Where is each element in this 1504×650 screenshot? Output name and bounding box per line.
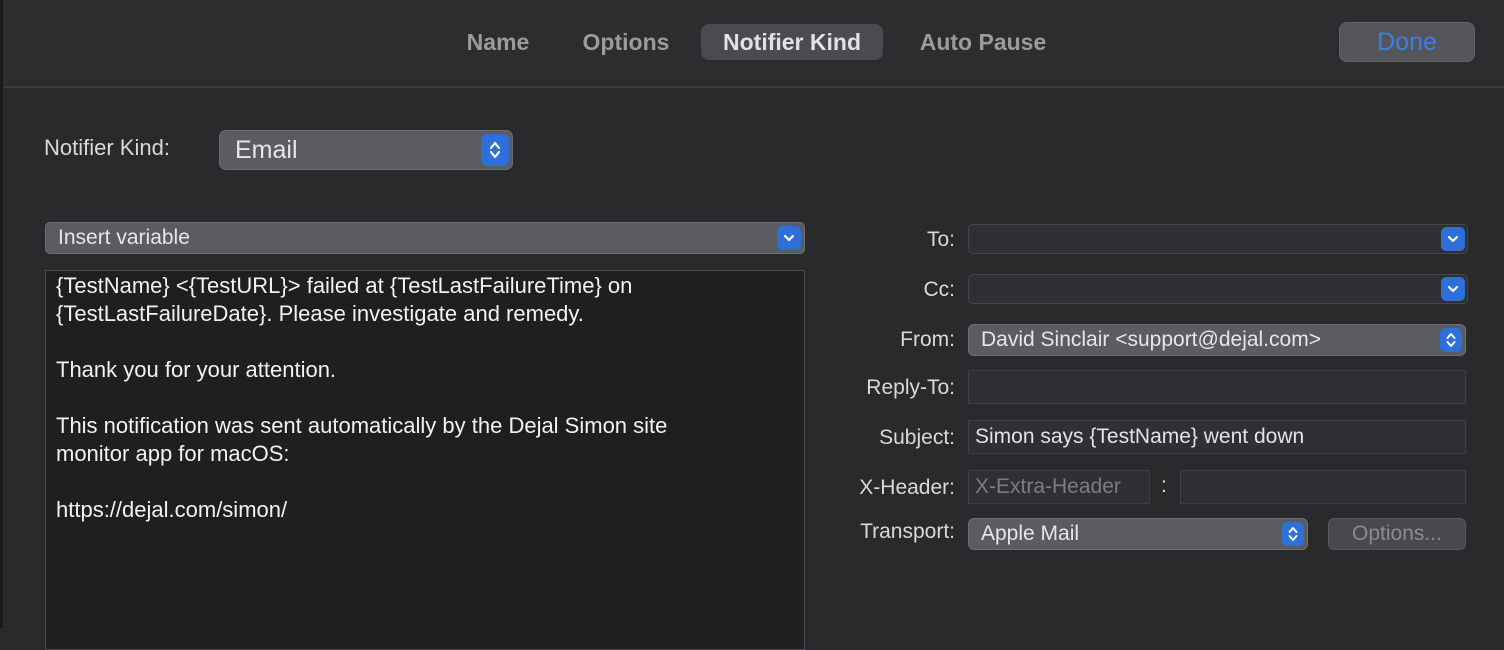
to-combobox[interactable]	[968, 224, 1468, 254]
popup-stepper-icon	[1440, 328, 1462, 352]
insert-variable-label: Insert variable	[58, 226, 190, 249]
popup-stepper-icon	[481, 134, 509, 166]
x-header-separator: :	[1161, 474, 1167, 497]
notifier-kind-popup[interactable]: Email	[219, 130, 513, 170]
done-button[interactable]: Done	[1339, 22, 1475, 62]
message-line: {TestName} <{TestURL}> failed at {TestLa…	[56, 273, 633, 298]
to-label: To:	[926, 228, 955, 251]
x-header-value-field[interactable]	[1180, 470, 1466, 504]
message-line: This notification was sent automatically…	[56, 413, 668, 438]
tab-name[interactable]: Name	[451, 24, 545, 60]
window: Name Options Notifier Kind Auto Pause Do…	[0, 0, 1504, 650]
chevron-down-icon[interactable]	[1441, 227, 1465, 251]
transport-options-button[interactable]: Options...	[1328, 518, 1466, 550]
from-label: From:	[900, 328, 955, 351]
transport-value: Apple Mail	[981, 522, 1080, 545]
insert-variable-popup[interactable]: Insert variable	[45, 222, 805, 254]
from-value: David Sinclair <support@dejal.com>	[981, 328, 1321, 351]
message-line: {TestLastFailureDate}. Please investigat…	[56, 301, 584, 326]
reply-to-field[interactable]	[968, 370, 1466, 404]
message-line: monitor app for macOS:	[56, 441, 290, 466]
popup-stepper-icon	[1282, 522, 1304, 546]
subject-field[interactable]: Simon says {TestName} went down	[968, 420, 1466, 454]
transport-popup[interactable]: Apple Mail	[968, 518, 1308, 550]
from-popup[interactable]: David Sinclair <support@dejal.com>	[968, 324, 1466, 356]
message-line: https://dejal.com/simon/	[56, 497, 288, 522]
tab-bar: Name Options Notifier Kind Auto Pause Do…	[3, 0, 1504, 88]
subject-label: Subject:	[879, 426, 955, 449]
reply-to-label: Reply-To:	[866, 376, 955, 399]
tab-auto-pause[interactable]: Auto Pause	[901, 24, 1065, 60]
notifier-kind-label: Notifier Kind:	[44, 135, 170, 160]
notifier-kind-value: Email	[235, 136, 298, 164]
tab-options[interactable]: Options	[565, 24, 687, 60]
message-line: Thank you for your attention.	[56, 357, 337, 382]
x-header-name-field[interactable]: X-Extra-Header	[968, 470, 1150, 504]
message-body-textarea[interactable]: {TestName} <{TestURL}> failed at {TestLa…	[45, 270, 805, 650]
chevron-down-icon[interactable]	[1441, 277, 1465, 301]
x-header-label: X-Header:	[859, 476, 955, 499]
cc-label: Cc:	[923, 278, 956, 301]
window-edge	[0, 0, 3, 628]
cc-combobox[interactable]	[968, 274, 1468, 304]
transport-label: Transport:	[860, 520, 955, 543]
tab-notifier-kind[interactable]: Notifier Kind	[701, 24, 883, 60]
